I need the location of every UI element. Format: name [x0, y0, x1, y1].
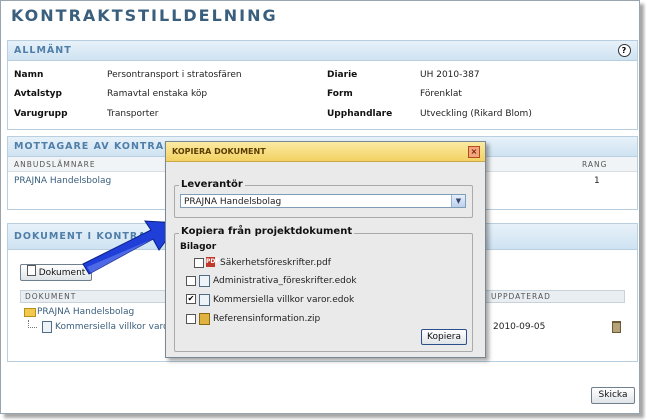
attachments-label: Bilagor: [180, 242, 217, 252]
trash-icon[interactable]: [612, 321, 621, 333]
copy-button[interactable]: Kopiera: [421, 329, 467, 345]
zip-file-icon: [199, 313, 210, 325]
file-administrativa: Administrativa_föreskrifter.edok: [213, 276, 357, 286]
col-dokument: DOKUMENT: [25, 292, 77, 301]
help-icon[interactable]: ?: [618, 44, 631, 57]
supplier-selected-value: PRAJNA Handelsbolag: [184, 197, 282, 207]
value-avtalstyp: Ramavtal enstaka köp: [107, 89, 208, 99]
general-panel-header: ALLMÄNT ?: [8, 41, 637, 61]
send-button[interactable]: Skicka: [591, 387, 635, 404]
supplier-select[interactable]: PRAJNA Handelsbolag ▼: [180, 194, 466, 208]
edok-file-icon: [199, 275, 210, 287]
label-form: Form: [327, 89, 353, 99]
general-panel: ALLMÄNT ? Namn Persontransport i stratos…: [7, 40, 638, 130]
general-panel-title: ALLMÄNT: [14, 45, 72, 56]
label-avtalstyp: Avtalstyp: [14, 89, 62, 99]
dialog-title: KOPIERA DOKUMENT: [172, 147, 266, 156]
add-document-button[interactable]: Dokument: [20, 264, 92, 281]
recipients-panel-title: MOTTAGARE AV KONTRAKT: [14, 141, 180, 152]
edok-file-icon: [199, 294, 210, 306]
checkbox-kommersiella[interactable]: ✔: [186, 294, 196, 304]
chevron-down-icon[interactable]: ▼: [451, 195, 465, 207]
add-document-button-label: Dokument: [38, 268, 86, 278]
checkbox-sakerhetsforeskrifter[interactable]: [194, 258, 204, 268]
file-referensinformation: Referensinformation.zip: [213, 314, 321, 324]
recipient-rang: 1: [594, 176, 600, 186]
edok-file-icon: [42, 321, 52, 333]
value-diarie: UH 2010-387: [420, 70, 480, 80]
file-sakerhetsforeskrifter: Säkerhetsföreskrifter.pdf: [220, 258, 331, 268]
close-icon[interactable]: ×: [468, 146, 480, 158]
document-icon: [26, 265, 36, 276]
checkbox-referensinformation[interactable]: [186, 314, 196, 324]
label-varugrupp: Varugrupp: [14, 109, 68, 119]
tree-connector: [28, 320, 37, 328]
label-diarie: Diarie: [327, 70, 358, 80]
value-form: Förenklat: [420, 89, 462, 99]
app-frame: KONTRAKTSTILLDELNING ALLMÄNT ? Namn Pers…: [0, 0, 640, 414]
value-varugrupp: Transporter: [107, 109, 159, 119]
file-kommersiella: Kommersiella villkor varor.edok: [213, 295, 355, 305]
label-upphandlare: Upphandlare: [327, 109, 393, 119]
col-anbudslamnare: ANBUDSLÄMNARE: [14, 160, 96, 169]
dialog-title-bar: KOPIERA DOKUMENT ×: [166, 142, 485, 162]
label-namn: Namn: [14, 70, 44, 80]
value-upphandlare: Utveckling (Rikard Blom): [420, 109, 532, 119]
pdf-file-icon: PDF: [206, 257, 220, 267]
col-uppdaterad: UPPDATERAD: [491, 292, 551, 301]
file-date: 2010-09-05: [493, 322, 546, 332]
col-rang: RANG: [582, 160, 608, 169]
project-docs-legend: Kopiera från projektdokument: [179, 226, 355, 237]
file-name[interactable]: Kommersiella villkor varor: [55, 322, 172, 332]
value-namn: Persontransport i stratosfären: [107, 70, 242, 80]
checkbox-administrativa[interactable]: [186, 276, 196, 286]
copy-document-dialog: KOPIERA DOKUMENT × Leverantör PRAJNA Han…: [165, 141, 486, 358]
documents-panel-title: DOKUMENT I KONTRAKT: [14, 231, 163, 242]
folder-name[interactable]: PRAJNA Handelsbolag: [37, 307, 134, 317]
supplier-legend: Leverantör: [179, 179, 245, 190]
folder-icon: [24, 308, 36, 317]
recipient-name[interactable]: PRAJNA Handelsbolag: [14, 176, 111, 186]
page-title: KONTRAKTSTILLDELNING: [11, 6, 278, 25]
